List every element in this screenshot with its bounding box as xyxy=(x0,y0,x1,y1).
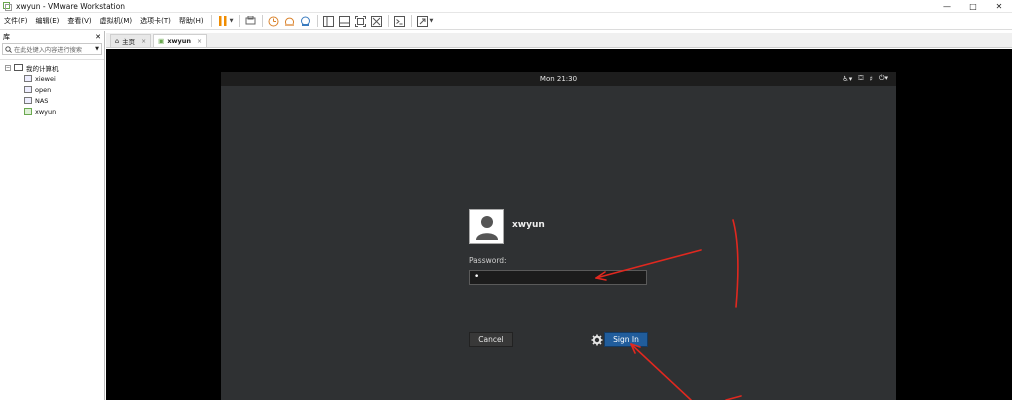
vm-tree: − 我的计算机 xiewei open NAS xwyun xyxy=(0,59,104,117)
volume-icon[interactable]: ♯ xyxy=(870,75,873,83)
show-library-icon[interactable] xyxy=(322,14,336,28)
stretch-guest-icon[interactable] xyxy=(416,14,430,28)
menu-help[interactable]: 帮助(H) xyxy=(175,13,208,30)
library-panel: 库 ✕ 在此处键入内容进行搜索 ▼ − 我的计算机 xiewei open NA… xyxy=(0,31,105,400)
sign-in-button[interactable]: Sign In xyxy=(604,332,648,347)
menu-bar: 文件(F) 编辑(E) 查看(V) 虚拟机(M) 选项卡(T) 帮助(H) ▼ … xyxy=(0,13,1012,30)
session-gear-icon[interactable] xyxy=(591,334,603,346)
username-label: xwyun xyxy=(512,220,545,230)
thumbnail-bar-icon[interactable] xyxy=(338,14,352,28)
menu-tabs[interactable]: 选项卡(T) xyxy=(136,13,175,30)
title-bar: xwyun - VMware Workstation — □ ✕ xyxy=(0,0,1012,13)
stretch-dropdown-icon[interactable]: ▼ xyxy=(430,18,434,24)
tree-item-xwyun[interactable]: xwyun xyxy=(0,106,104,117)
tab-home-label: 主页 xyxy=(122,38,136,46)
tree-item-label: xiewei xyxy=(35,74,56,83)
tree-item-label: open xyxy=(35,85,52,94)
window-title: xwyun - VMware Workstation xyxy=(16,1,126,11)
tab-close-icon[interactable]: × xyxy=(141,38,146,45)
send-ctrl-alt-del-icon[interactable] xyxy=(244,14,258,28)
tree-root-label: 我的计算机 xyxy=(26,64,59,73)
red-annotation-marks xyxy=(595,219,742,400)
vm-running-icon xyxy=(24,108,32,115)
collapse-icon[interactable]: − xyxy=(5,64,11,71)
menu-edit[interactable]: 编辑(E) xyxy=(32,13,64,30)
tree-root[interactable]: − 我的计算机 xyxy=(0,62,104,73)
gnome-top-bar: Mon 21:30 ♿▾ ⛋ ♯ ⏻▾ xyxy=(221,72,896,86)
unity-icon[interactable] xyxy=(370,14,384,28)
password-label: Password: xyxy=(469,256,507,265)
search-icon xyxy=(5,45,12,53)
annotation-vertical-stroke xyxy=(732,219,739,308)
vmware-logo-icon xyxy=(3,1,12,11)
maximize-button[interactable]: □ xyxy=(960,0,986,13)
vm-icon xyxy=(24,75,32,82)
vm-icon xyxy=(24,97,32,104)
computer-icon xyxy=(14,64,23,71)
cancel-button[interactable]: Cancel xyxy=(469,332,513,347)
minimize-button[interactable]: — xyxy=(934,0,960,13)
annotation-corner-stroke xyxy=(725,395,742,400)
gdm-login-screen: Mon 21:30 ♿▾ ⛋ ♯ ⏻▾ xwyun Password: • Ca… xyxy=(221,72,896,400)
search-dropdown-icon[interactable]: ▼ xyxy=(95,46,99,52)
tree-item-label: xwyun xyxy=(35,107,57,116)
user-avatar xyxy=(469,209,504,244)
menu-file[interactable]: 文件(F) xyxy=(0,13,32,30)
library-title: 库 xyxy=(3,32,10,41)
tab-strip: ⌂ 主页 × ▣ xwyun × xyxy=(106,33,1012,48)
vm-console[interactable]: Mon 21:30 ♿▾ ⛋ ♯ ⏻▾ xwyun Password: • Ca… xyxy=(106,49,1012,400)
menu-view[interactable]: 查看(V) xyxy=(63,13,95,30)
accessibility-icon[interactable]: ♿▾ xyxy=(842,75,852,83)
search-placeholder: 在此处键入内容进行搜索 xyxy=(14,46,83,54)
pause-dropdown-icon[interactable]: ▼ xyxy=(230,18,234,24)
password-input[interactable]: • xyxy=(469,270,647,285)
tab-xwyun-label: xwyun xyxy=(167,37,192,45)
tab-home[interactable]: ⌂ 主页 × xyxy=(110,34,152,47)
tab-close-icon[interactable]: × xyxy=(197,38,202,45)
pause-icon[interactable] xyxy=(216,14,230,28)
full-screen-icon[interactable] xyxy=(354,14,368,28)
tree-item-open[interactable]: open xyxy=(0,84,104,95)
clock[interactable]: Mon 21:30 xyxy=(221,75,896,83)
tree-item-nas[interactable]: NAS xyxy=(0,95,104,106)
tree-item-label: NAS xyxy=(35,96,49,105)
library-close-icon[interactable]: ✕ xyxy=(95,33,101,41)
snapshot-manager-icon[interactable] xyxy=(299,14,313,28)
tree-item-xiewei[interactable]: xiewei xyxy=(0,73,104,84)
console-view-icon[interactable] xyxy=(393,14,407,28)
power-icon[interactable]: ⏻▾ xyxy=(879,74,888,83)
home-icon: ⌂ xyxy=(115,37,120,45)
network-icon[interactable]: ⛋ xyxy=(858,74,863,83)
vm-icon xyxy=(24,86,32,93)
vm-tab-icon: ▣ xyxy=(158,37,165,45)
library-search-input[interactable]: 在此处键入内容进行搜索 ▼ xyxy=(2,43,102,55)
annotation-arrow-to-signin xyxy=(630,343,692,400)
revert-snapshot-icon[interactable] xyxy=(283,14,297,28)
snapshot-icon[interactable] xyxy=(267,14,281,28)
tab-xwyun[interactable]: ▣ xwyun × xyxy=(153,34,208,47)
menu-vm[interactable]: 虚拟机(M) xyxy=(96,13,137,30)
close-button[interactable]: ✕ xyxy=(986,0,1012,13)
